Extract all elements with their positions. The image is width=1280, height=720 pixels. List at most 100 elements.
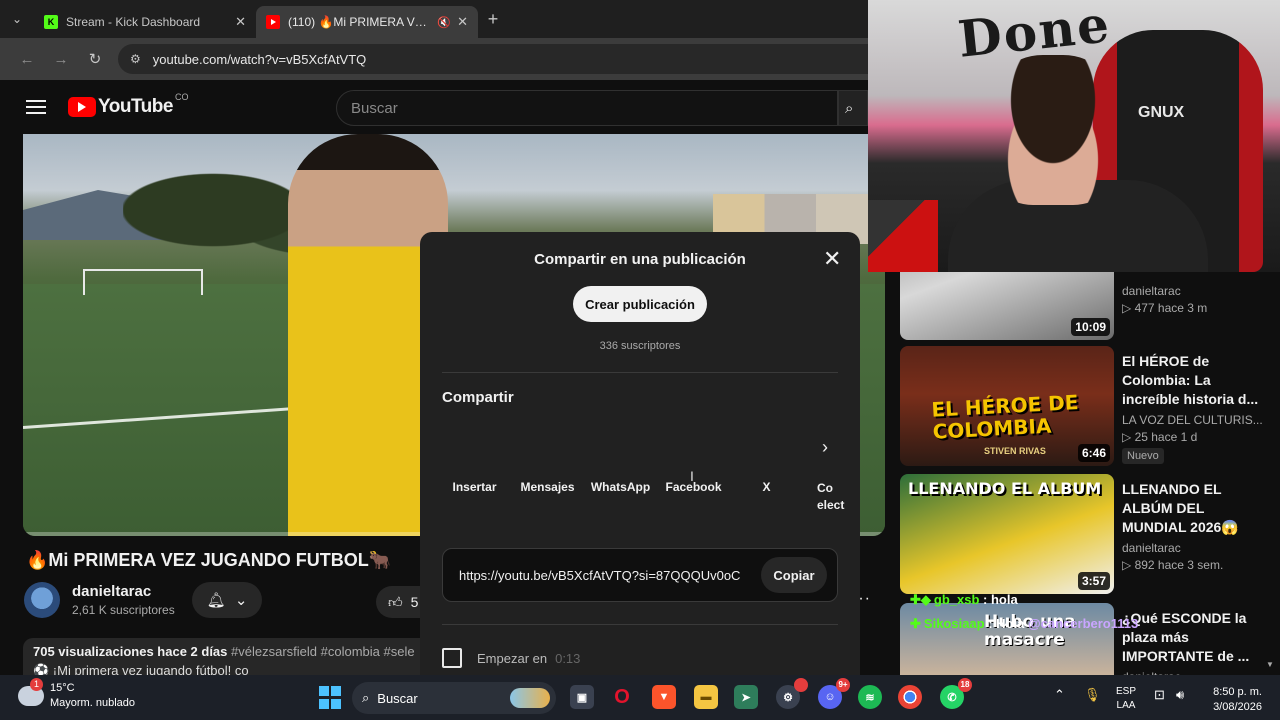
recommendation-thumbnail[interactable]: EL HÉROE DE COLOMBIA STIVEN RIVAS 6:46 bbox=[900, 346, 1114, 466]
chat-message: ✚◆ gb_xsb : hola bbox=[910, 592, 1018, 607]
whatsapp-icon[interactable]: ✆ 18 bbox=[940, 678, 972, 709]
reload-icon[interactable]: ↻ bbox=[78, 50, 112, 68]
clock[interactable]: 8:50 p. m. 3/08/2026 bbox=[1206, 685, 1262, 715]
screen: { "browser": { "tabs": [ {"title": "Stre… bbox=[0, 0, 1280, 720]
new-badge: Nuevo bbox=[1122, 448, 1164, 464]
opera-icon[interactable]: O bbox=[610, 685, 634, 709]
search-input[interactable]: Buscar bbox=[336, 90, 838, 126]
microphone-icon[interactable]: 🎙︎ bbox=[1084, 687, 1101, 703]
network-icon[interactable]: ⊡ bbox=[1154, 687, 1165, 703]
taskbar: 1 15°C Mayorm. nublado ⌕ Buscar ▣ O ▼ ▬ … bbox=[0, 675, 1280, 720]
tab-kick-dashboard[interactable]: K Stream - Kick Dashboard ✕ bbox=[34, 6, 256, 38]
share-target-whatsapp[interactable]: WhatsApp bbox=[584, 480, 657, 520]
recommendation-channel: LA VOZ DEL CULTURIS... bbox=[1122, 413, 1263, 427]
share-target-messages[interactable]: Mensajes bbox=[511, 480, 584, 520]
volume-icon[interactable]: 🔊︎ bbox=[1176, 687, 1184, 703]
game-icon[interactable]: ⚙ bbox=[776, 678, 808, 709]
weather-widget[interactable]: 1 15°C Mayorm. nublado bbox=[18, 678, 135, 711]
share-target-facebook[interactable]: Facebook bbox=[657, 480, 730, 520]
search-icon[interactable]: ⌕ bbox=[838, 90, 868, 126]
cloud-icon: 1 bbox=[18, 678, 44, 706]
tab-search-button[interactable]: ⌄ bbox=[0, 0, 34, 38]
spotify-icon[interactable]: ≋ bbox=[858, 685, 882, 709]
youtube-logo[interactable]: YouTube CO bbox=[68, 92, 188, 118]
subscription-bell-button[interactable]: 🔔︎ ⌄ bbox=[192, 582, 262, 618]
video-duration: 6:46 bbox=[1077, 444, 1110, 462]
recommendation-title[interactable]: ¿Qué ESCONDE la plaza más IMPORTANTE de … bbox=[1122, 609, 1270, 666]
recommendation-thumbnail[interactable]: LLENANDO EL ALBUM 3:57 bbox=[900, 474, 1114, 594]
video-duration: 10:09 bbox=[1071, 318, 1110, 336]
share-dialog: Compartir en una publicación ✕ Crear pub… bbox=[420, 232, 860, 680]
new-tab-button[interactable]: + bbox=[478, 9, 508, 30]
divider bbox=[442, 372, 838, 373]
site-info-icon[interactable]: ⚙ bbox=[130, 52, 141, 66]
forward-arrow-icon[interactable]: → bbox=[44, 51, 78, 68]
back-arrow-icon[interactable]: ← bbox=[10, 51, 44, 68]
file-explorer-icon[interactable]: ▬ bbox=[694, 685, 718, 709]
chevron-down-icon: ⌄ bbox=[234, 592, 248, 609]
recommendation-title[interactable]: LLENANDO EL ALBÚM DEL MUNDIAL 2026😱 bbox=[1122, 480, 1270, 537]
youtube-header: YouTube CO Buscar ⌕ bbox=[0, 80, 868, 134]
share-url-field[interactable]: https://youtu.be/vB5XcfAtVTQ?si=87QQQUv0… bbox=[442, 548, 838, 602]
recommendation-channel: danieltarac bbox=[1122, 284, 1181, 298]
taskbar-search[interactable]: ⌕ Buscar bbox=[352, 682, 556, 714]
video-duration: 3:57 bbox=[1077, 572, 1110, 590]
close-tab-icon[interactable]: ✕ bbox=[457, 14, 468, 30]
windows-start-icon[interactable] bbox=[318, 685, 342, 709]
copy-button[interactable]: Copiar bbox=[761, 557, 827, 593]
browser-toolbar: ← → ↻ ⚙ youtube.com/watch?v=vB5XcfAtVTQ bbox=[0, 38, 868, 80]
recommendation-item[interactable]: EL HÉROE DE COLOMBIA STIVEN RIVAS 6:46 E… bbox=[900, 346, 1270, 466]
language-indicator[interactable]: ESP LAA bbox=[1116, 685, 1136, 713]
webcam-overlay: Done GNUX bbox=[868, 0, 1280, 272]
muted-speaker-icon[interactable]: 🔇 bbox=[437, 16, 451, 29]
channel-name[interactable]: danieltarac bbox=[72, 583, 175, 600]
close-icon[interactable]: ✕ bbox=[823, 246, 841, 272]
chrome-icon[interactable] bbox=[898, 685, 922, 709]
address-bar[interactable]: ⚙ youtube.com/watch?v=vB5XcfAtVTQ bbox=[118, 44, 868, 74]
youtube-play-icon bbox=[68, 97, 96, 117]
chat-badge-icons: ✚◆ bbox=[910, 592, 931, 607]
tab-youtube-video[interactable]: (110) 🔥Mi PRIMERA VEZ J 🔇 ✕ bbox=[256, 6, 478, 38]
recommendation-meta: ▷ 892 hace 3 sem. bbox=[1122, 558, 1224, 572]
recommendation-thumbnail[interactable]: Hubo una masacre bbox=[900, 603, 1114, 675]
url-text: youtube.com/watch?v=vB5XcfAtVTQ bbox=[152, 51, 367, 67]
chat-username: gb_xsb bbox=[933, 592, 980, 607]
scroll-down-icon[interactable]: ▼ bbox=[1266, 660, 1274, 669]
thumbnail-text: LLENANDO EL ALBUM bbox=[908, 479, 1102, 498]
video-description[interactable]: 705 visualizaciones hace 2 días #vélezsa… bbox=[23, 638, 423, 680]
thumbnail-text: EL HÉROE DE COLOMBIA bbox=[930, 390, 1080, 444]
chevron-right-icon[interactable]: › bbox=[822, 437, 828, 458]
notification-badge: 18 bbox=[958, 678, 972, 692]
close-tab-icon[interactable]: ✕ bbox=[235, 14, 246, 30]
menu-icon[interactable] bbox=[26, 100, 46, 114]
share-dialog-title: Compartir en una publicación bbox=[534, 251, 746, 268]
share-target-x[interactable]: X bbox=[730, 480, 803, 520]
share-target-email[interactable]: Co elect bbox=[803, 480, 848, 520]
create-post-button[interactable]: Crear publicación bbox=[573, 286, 707, 322]
weather-temp: 15°C bbox=[50, 682, 75, 694]
like-button[interactable]: 👍︎ 5 bbox=[376, 586, 426, 618]
start-at-checkbox[interactable] bbox=[442, 648, 462, 668]
search-highlight-image bbox=[510, 688, 550, 708]
thumbs-up-icon: 👍︎ bbox=[388, 593, 403, 610]
chevron-up-icon[interactable]: ⌃ bbox=[1054, 687, 1065, 703]
recommendation-title[interactable]: El HÉROE de Colombia: La increíble histo… bbox=[1122, 352, 1270, 409]
discord-icon[interactable]: ☺ 9+ bbox=[818, 678, 850, 709]
search-icon: ⌕ bbox=[362, 690, 370, 705]
chat-text: hola bbox=[990, 592, 1018, 607]
channel-avatar[interactable] bbox=[24, 582, 60, 618]
notification-badge: 9+ bbox=[836, 678, 850, 692]
chat-message: ✚ Sikosiaap : Hola @cancerbero1113 bbox=[910, 616, 1139, 631]
share-targets: Insertar Mensajes WhatsApp Facebook X Co… bbox=[438, 480, 848, 520]
recommendation-channel: danieltarac bbox=[1122, 541, 1181, 555]
brave-icon[interactable]: ▼ bbox=[652, 685, 676, 709]
kick-icon: K bbox=[44, 15, 58, 29]
recommendation-item[interactable]: Hubo una masacre ¿Qué ESCONDE la plaza m… bbox=[900, 603, 1270, 675]
streamer-head bbox=[983, 55, 1123, 205]
app-icon[interactable]: ➤ bbox=[734, 685, 758, 709]
task-view-icon[interactable]: ▣ bbox=[570, 685, 594, 709]
share-target-embed[interactable]: Insertar bbox=[438, 480, 511, 520]
recommendation-item[interactable]: LLENANDO EL ALBUM 3:57 LLENANDO EL ALBÚM… bbox=[900, 474, 1270, 594]
youtube-wordmark: YouTube bbox=[98, 96, 173, 117]
share-target-email-line1: Co bbox=[817, 481, 833, 495]
